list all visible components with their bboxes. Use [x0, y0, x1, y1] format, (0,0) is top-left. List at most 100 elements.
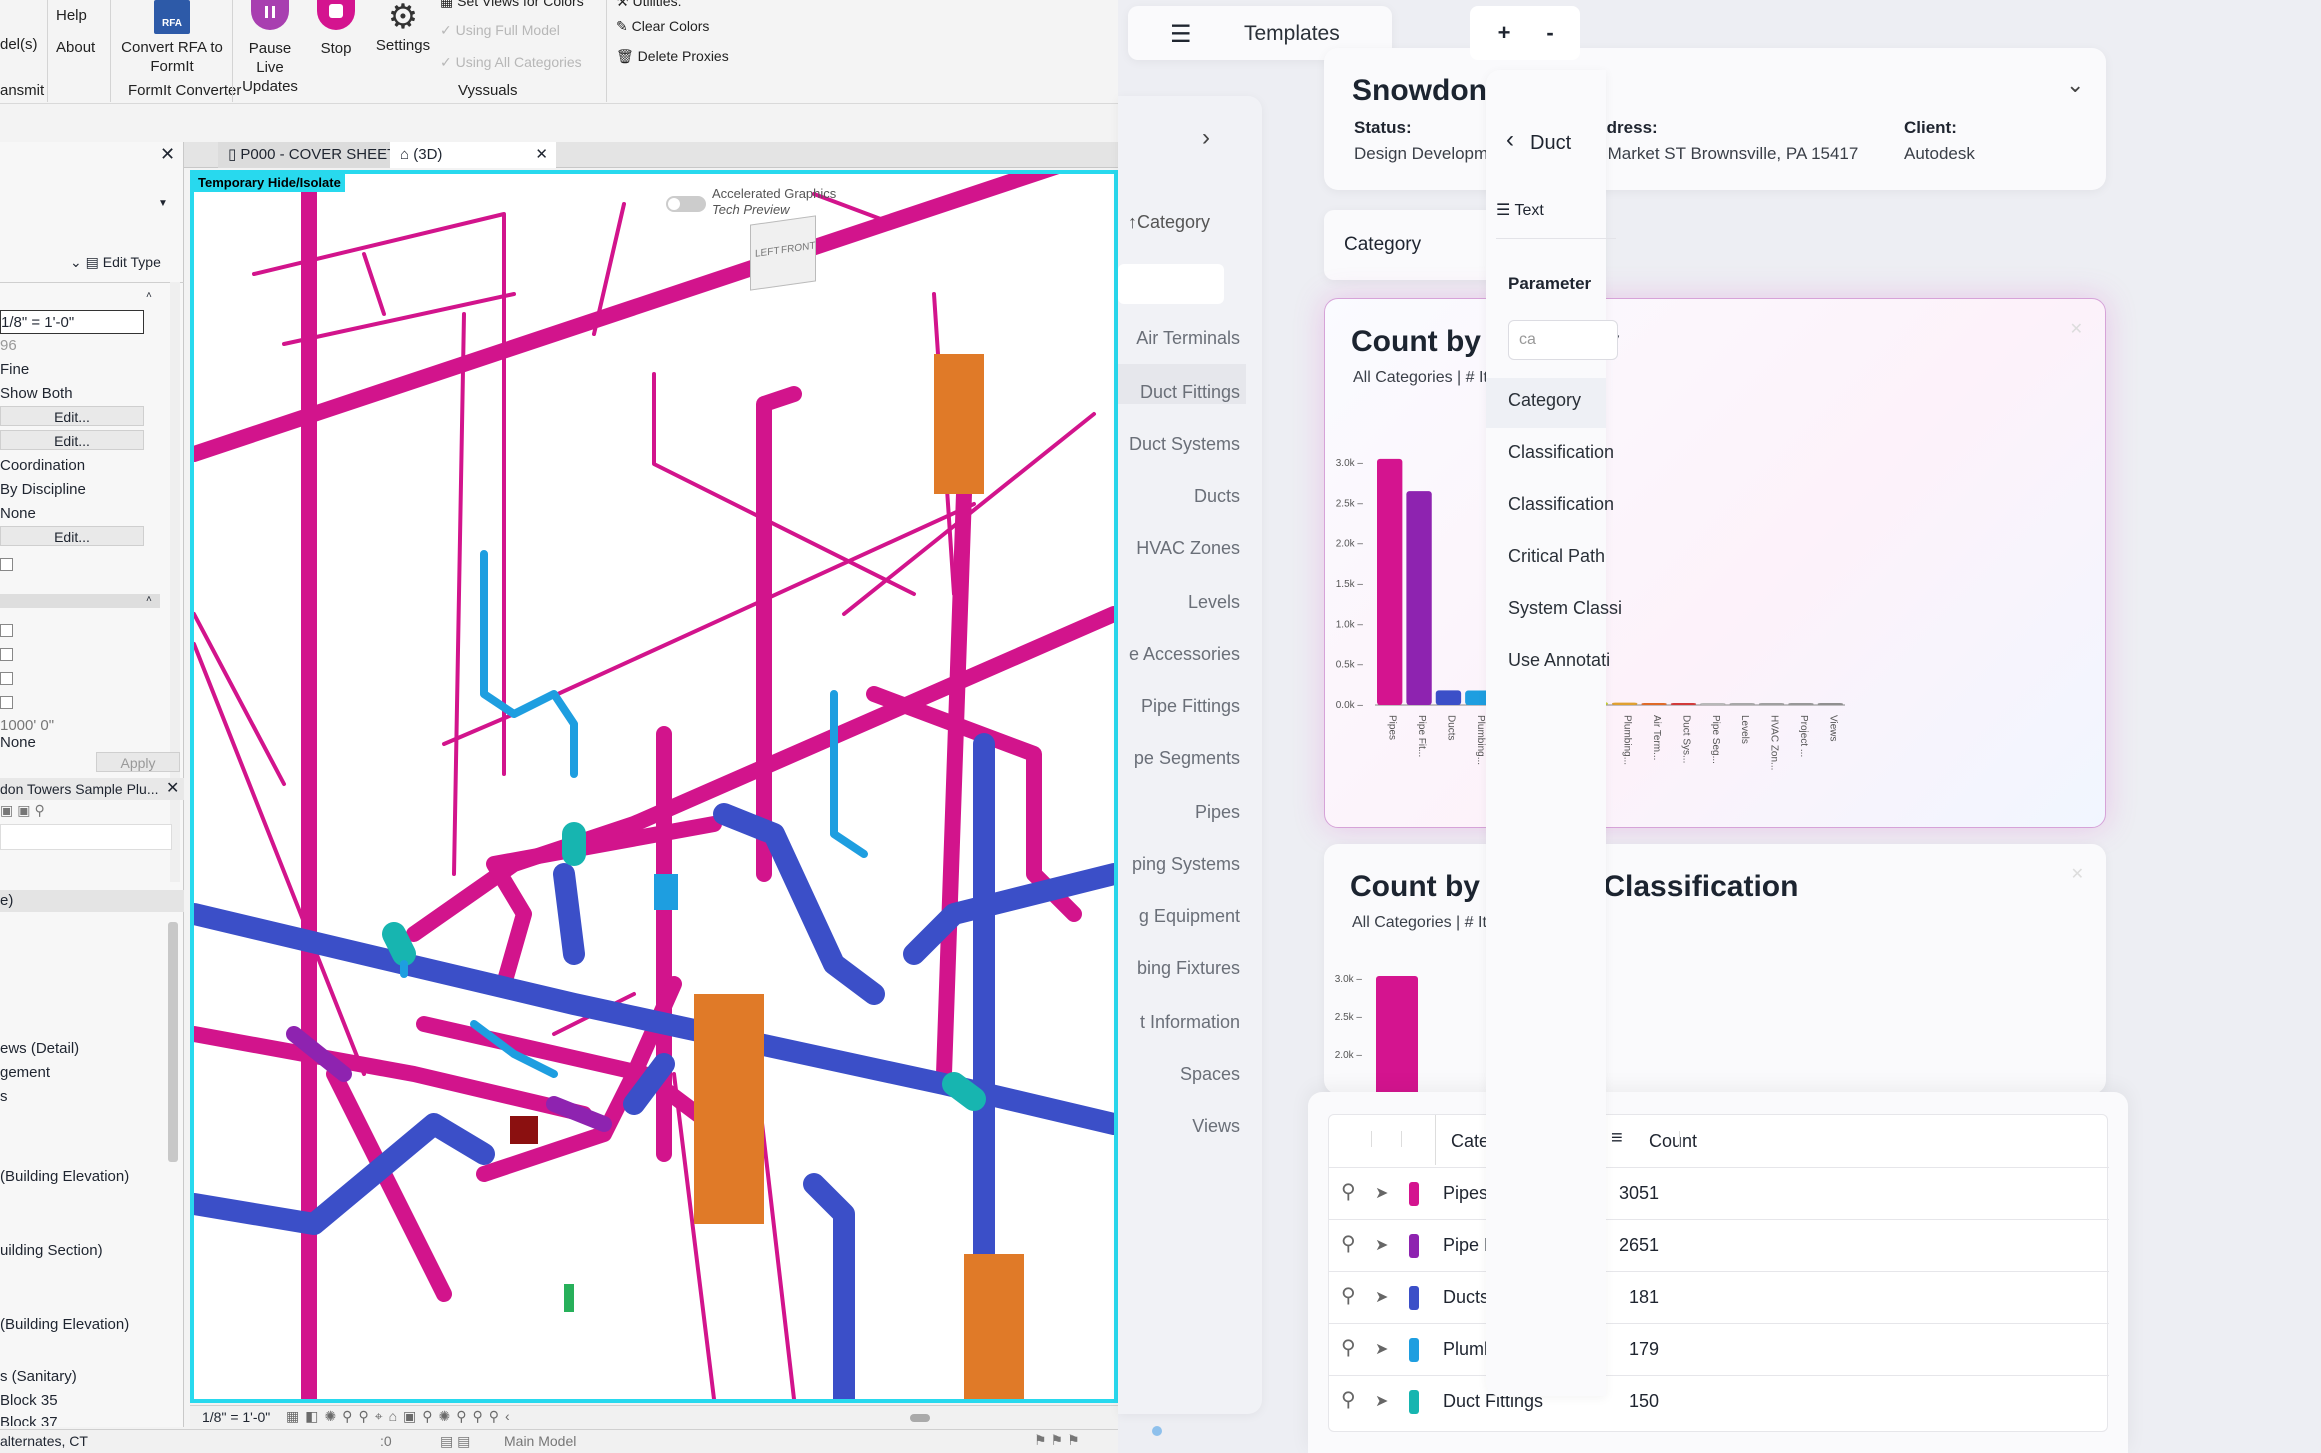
category-item[interactable]: g Equipment [1139, 906, 1240, 927]
about-button[interactable]: About [56, 38, 95, 57]
category-item[interactable]: Ducts [1194, 486, 1240, 507]
magnifier-icon[interactable]: ⚲ [1341, 1335, 1356, 1360]
set-views-for-colors-button[interactable]: ▦ Set Views for Colors [440, 0, 584, 10]
browser-item[interactable]: Block 37 [0, 1414, 58, 1426]
close-icon[interactable]: ✕ [2071, 864, 2084, 884]
graphics-edit-button[interactable]: Edit... [0, 430, 144, 450]
browser-item[interactable]: (Building Elevation) [0, 1168, 129, 1185]
system-classification-chart[interactable]: 3.0k – 2.5k – 2.0k – [1324, 974, 2106, 1094]
browser-toolbar-icons[interactable]: ▣▣⚲ [0, 802, 49, 819]
browser-item[interactable]: uilding Section) [0, 1242, 103, 1259]
using-all-categories-toggle[interactable]: ✓ Using All Categories [440, 54, 582, 71]
bar[interactable] [1377, 458, 1403, 705]
close-icon[interactable]: ✕ [2070, 319, 2083, 339]
property-checkbox[interactable] [0, 558, 13, 571]
browser-scrollbar[interactable] [168, 922, 178, 1162]
table-row[interactable]: ⚲ ➤ Pipes 3051 [1329, 1167, 2109, 1219]
bar[interactable] [1758, 703, 1785, 705]
browser-item[interactable]: gement [0, 1064, 50, 1081]
view-scale[interactable]: 1/8" = 1'-0" [202, 1409, 270, 1425]
table-row[interactable]: ⚲➤Plumbing Fixtures179 [1329, 1323, 2109, 1375]
category-item[interactable]: e Accessories [1129, 644, 1240, 665]
view-control-icons[interactable]: ▦◧✺⚲⚲⌖⌂▣⚲✺⚲⚲⚲‹ [286, 1408, 516, 1425]
filter-icons[interactable]: ⚑⚑⚑ [1034, 1432, 1084, 1449]
table-row[interactable]: ⚲ ➤ Duct Fittings 150 [1329, 1375, 2109, 1427]
chevron-down-icon[interactable]: ⌄ [2066, 72, 2084, 98]
category-item[interactable]: Spaces [1180, 1064, 1240, 1085]
category-item[interactable]: Views [1192, 1116, 1240, 1137]
magnifier-icon[interactable]: ⚲ [1341, 1283, 1356, 1308]
category-item[interactable]: Air Terminals [1136, 328, 1240, 349]
close-icon[interactable]: ✕ [166, 778, 179, 798]
color-scheme-location[interactable]: None [0, 502, 144, 526]
main-model[interactable]: Main Model [504, 1433, 576, 1449]
magnifier-icon[interactable]: ⚲ [1341, 1179, 1356, 1204]
bar[interactable] [1729, 703, 1755, 705]
category-item-selected[interactable]: Duct Fittings [1140, 382, 1240, 403]
using-full-model-toggle[interactable]: ✓ Using Full Model [440, 22, 560, 39]
edit-type-button[interactable]: ⌄ ▤ Edit Type [70, 254, 161, 271]
bar[interactable] [1700, 703, 1726, 705]
bar[interactable] [1612, 702, 1638, 705]
parameter-item[interactable]: Classification [1508, 442, 1614, 463]
sort-icon[interactable]: ≡ [1611, 1127, 1623, 1150]
clear-colors-button[interactable]: ✎ Clear Colors [616, 18, 709, 35]
tab-cover-sheet[interactable]: ▯ P000 - COVER SHEET [218, 142, 407, 168]
close-icon[interactable]: ✕ [160, 144, 175, 165]
property-checkbox[interactable] [0, 696, 13, 709]
help-button[interactable]: Help [56, 6, 87, 25]
show-hidden-lines[interactable]: By Discipline [0, 478, 144, 502]
templates-label[interactable]: Templates [1244, 22, 1340, 46]
cursor-icon[interactable]: ➤ [1375, 1287, 1388, 1307]
parameter-item[interactable]: Critical Path [1508, 546, 1605, 567]
browser-item[interactable]: Block 35 [0, 1392, 58, 1409]
accelerated-graphics-toggle[interactable] [666, 196, 706, 212]
chevron-right-icon[interactable]: › [1202, 124, 1210, 152]
3d-viewport[interactable]: Temporary Hide/Isolate Accelerated Graph… [190, 170, 1118, 1403]
magnifier-icon[interactable]: ⚲ [1341, 1231, 1356, 1256]
color-scheme-edit-button[interactable]: Edit... [0, 526, 144, 546]
bar[interactable] [1788, 703, 1814, 705]
bar[interactable] [1670, 703, 1697, 705]
bar[interactable] [1376, 976, 1418, 1094]
visibility-edit-button[interactable]: Edit... [0, 406, 144, 426]
parameter-search-input[interactable]: ca [1508, 320, 1618, 360]
browser-root[interactable]: e) [0, 892, 13, 909]
table-row[interactable]: ⚲➤Pipe Fittings2651 [1329, 1219, 2109, 1271]
cursor-icon[interactable]: ➤ [1375, 1391, 1388, 1411]
count-column-header[interactable]: Count [1649, 1131, 1697, 1152]
parts-visibility[interactable]: Show Both [0, 382, 144, 406]
chevron-left-icon[interactable]: ‹ [1506, 126, 1514, 154]
discipline-value[interactable]: Coordination [0, 454, 144, 478]
category-item[interactable]: Pipe Fittings [1141, 696, 1240, 717]
table-row[interactable]: ⚲ ➤ Ducts 181 [1329, 1271, 2109, 1323]
view-scale-field[interactable]: 1/8" = 1'-0" [0, 310, 144, 334]
tab-3d[interactable]: ⌂ (3D) ✕ [390, 142, 556, 168]
magnifier-icon[interactable]: ⚲ [1341, 1387, 1356, 1412]
category-bar-chart[interactable]: 0.0k – 0.5k – 1.0k – 1.5k – 2.0k – 2.5k – 3.0k… [1325, 419, 2107, 809]
cursor-icon[interactable]: ➤ [1375, 1339, 1388, 1359]
category-item[interactable]: t Information [1140, 1012, 1240, 1033]
property-checkbox[interactable] [0, 672, 13, 685]
count-by-category-card[interactable]: Count by Category All Categories | # Ite… [1324, 298, 2106, 828]
view-cube[interactable]: LEFT FRONT [750, 215, 816, 291]
detail-level[interactable]: Fine [0, 358, 144, 382]
browser-item[interactable]: (Building Elevation) [0, 1316, 129, 1333]
project-browser-search[interactable] [0, 824, 172, 850]
category-item[interactable]: pe Segments [1134, 748, 1240, 769]
bar[interactable] [1817, 703, 1843, 705]
bar[interactable] [1406, 491, 1432, 705]
category-item[interactable]: HVAC Zones [1136, 538, 1240, 559]
parameter-item[interactable]: Use Annotati [1508, 650, 1610, 671]
remove-button[interactable]: - [1520, 6, 1580, 60]
category-item[interactable]: ping Systems [1132, 854, 1240, 875]
parameter-item[interactable]: Classification [1508, 494, 1614, 515]
bar[interactable] [1641, 702, 1667, 705]
table-icon[interactable]: ▤ ▤ [440, 1433, 470, 1450]
browser-item[interactable]: s (Sanitary) [0, 1368, 77, 1385]
hamburger-menu-icon[interactable]: ☰ [1170, 20, 1192, 49]
count-by-system-classification-card[interactable]: Count by System Classification All Categ… [1324, 844, 2106, 1094]
settings-button[interactable]: ⚙ Settings [372, 0, 434, 55]
cursor-icon[interactable]: ➤ [1375, 1183, 1388, 1203]
category-search[interactable] [1118, 264, 1224, 304]
